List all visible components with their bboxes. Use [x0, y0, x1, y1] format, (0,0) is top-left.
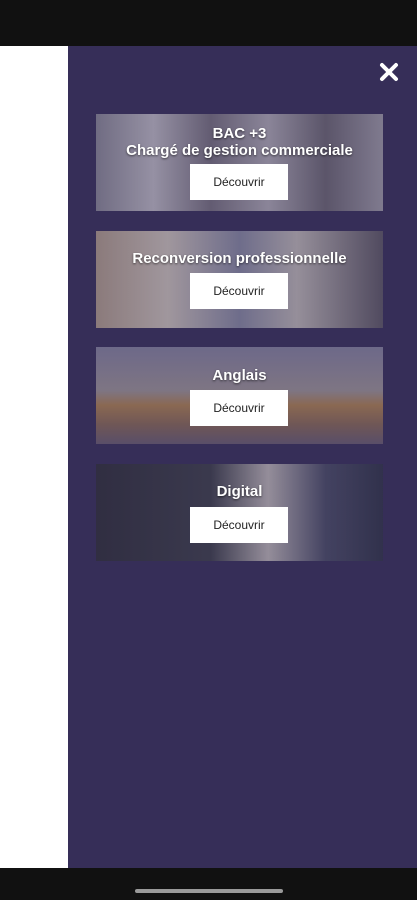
card-title: Digital [216, 483, 263, 500]
card-bac-3[interactable]: BAC +3 Chargé de gestion commerciale Déc… [96, 114, 383, 211]
background-page[interactable] [0, 46, 68, 868]
card-anglais[interactable]: Anglais Découvrir [96, 347, 383, 444]
discover-button[interactable]: Découvrir [190, 390, 288, 426]
card-title: Anglais [212, 367, 267, 384]
status-bar [0, 0, 417, 46]
card-subtitle: Chargé de gestion commerciale [126, 142, 353, 159]
card-reconversion[interactable]: Reconversion professionnelle Découvrir [96, 231, 383, 328]
card-title: Reconversion professionnelle [132, 250, 347, 267]
card-digital[interactable]: Digital Découvrir [96, 464, 383, 561]
close-icon [380, 63, 398, 81]
home-indicator[interactable] [135, 889, 283, 893]
close-button[interactable] [375, 58, 403, 86]
discover-button[interactable]: Découvrir [190, 507, 288, 543]
card-title: BAC +3 [212, 125, 267, 142]
discover-button[interactable]: Découvrir [190, 273, 288, 309]
discover-button[interactable]: Découvrir [190, 164, 288, 200]
navigation-bar [0, 868, 417, 900]
